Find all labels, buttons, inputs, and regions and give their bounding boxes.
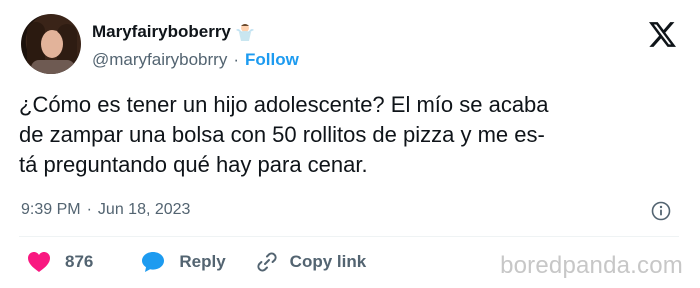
watermark: boredpanda.com	[500, 252, 683, 279]
like-count: 876	[65, 252, 94, 271]
info-icon[interactable]	[651, 201, 671, 221]
tweet-text: ¿Cómo es tener un hijo adolescente? El m…	[19, 92, 549, 177]
tweet-time: 9:39 PM	[21, 201, 81, 218]
handle-separator: ·	[233, 50, 240, 69]
copy-link-button[interactable]: Copy link	[256, 251, 367, 273]
user-avatar[interactable]	[21, 14, 81, 74]
tweet-date: Jun 18, 2023	[97, 201, 191, 218]
action-bar: 876 Reply Copy link	[27, 251, 366, 273]
tweet-timestamp[interactable]: 9:39 PM · Jun 18, 2023	[21, 201, 190, 219]
handle-row: @maryfairybobrry · Follow	[92, 50, 299, 70]
like-button[interactable]: 876	[27, 251, 93, 273]
name-row: Maryfairyboberry	[92, 22, 255, 42]
timestamp-separator: ·	[86, 201, 92, 218]
x-logo-icon[interactable]	[649, 22, 676, 47]
reply-label: Reply	[179, 252, 226, 271]
copy-link-label: Copy link	[289, 252, 367, 271]
tweet-card: Maryfairyboberry @maryfairybobrry · Foll…	[0, 0, 700, 288]
fairy-emoji-icon	[235, 24, 254, 41]
link-icon	[257, 252, 277, 272]
user-handle[interactable]: @maryfairybobrry	[92, 50, 227, 70]
divider	[19, 236, 679, 237]
display-name[interactable]: Maryfairyboberry	[92, 22, 231, 42]
reply-bubble-icon	[142, 252, 165, 272]
follow-button[interactable]: Follow	[245, 50, 299, 70]
reply-button[interactable]: Reply	[141, 251, 226, 273]
heart-icon	[28, 252, 50, 272]
